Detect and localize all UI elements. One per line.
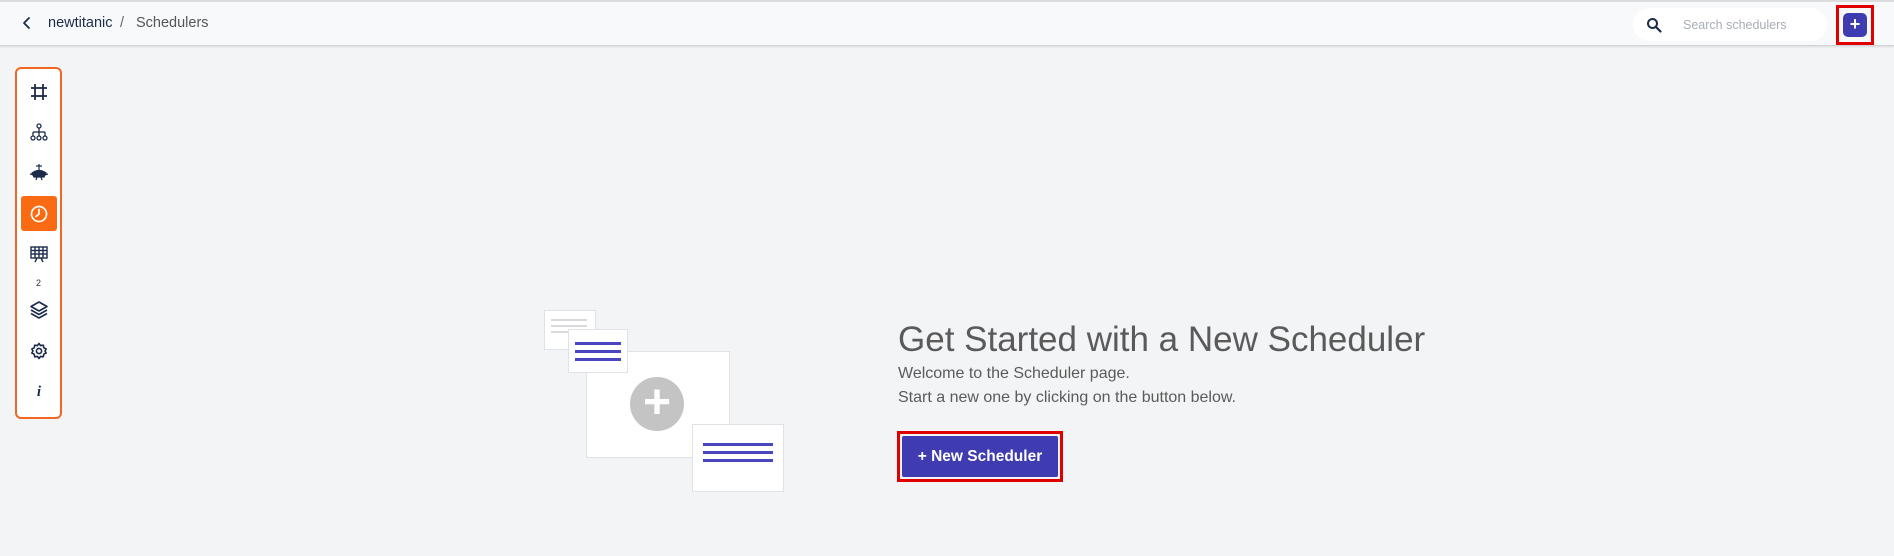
info-icon: i — [36, 384, 42, 400]
left-toolbar: 2 i — [15, 67, 62, 419]
toolbar-item-layers[interactable] — [21, 292, 57, 327]
empty-state-illustration: + — [540, 310, 790, 495]
toolbar-item-hierarchy[interactable] — [21, 114, 57, 149]
search-box — [1633, 8, 1827, 41]
illustration-card-bottom — [692, 424, 784, 492]
layers-icon — [30, 300, 48, 319]
presentation-icon — [30, 245, 48, 262]
page-title: Get Started with a New Scheduler — [898, 320, 1426, 359]
new-scheduler-button[interactable]: + New Scheduler — [902, 436, 1058, 477]
top-header: newtitanic / Schedulers + — [0, 0, 1894, 46]
toolbar-item-schedulers[interactable] — [21, 196, 57, 231]
breadcrumb-project-link[interactable]: newtitanic — [48, 15, 112, 31]
hierarchy-icon — [30, 122, 48, 141]
robot-icon — [29, 163, 49, 180]
toolbar-item-canvas[interactable] — [21, 74, 57, 109]
search-input[interactable] — [1683, 14, 1821, 35]
frame-icon — [31, 83, 47, 100]
illustration-card-top — [568, 329, 628, 373]
dashboards-count-badge: 2 — [35, 278, 41, 288]
gear-icon — [31, 342, 47, 359]
illustration-plus-icon: + — [630, 377, 684, 431]
welcome-text: Welcome to the Scheduler page. — [898, 365, 1130, 382]
toolbar-item-settings[interactable] — [21, 333, 57, 368]
toolbar-item-ml[interactable] — [21, 154, 57, 189]
add-button-highlight: + — [1836, 5, 1874, 45]
chevron-left-icon — [23, 17, 30, 29]
toolbar-item-info[interactable]: i — [21, 375, 57, 410]
clock-icon — [30, 205, 48, 222]
instruction-text: Start a new one by clicking on the butto… — [898, 389, 1236, 406]
breadcrumb-current-page: Schedulers — [136, 15, 209, 31]
toolbar-item-dashboards[interactable] — [21, 236, 57, 271]
new-scheduler-highlight: + New Scheduler — [897, 431, 1063, 482]
back-button[interactable] — [18, 14, 36, 32]
search-icon[interactable] — [1646, 17, 1662, 33]
breadcrumb-separator: / — [120, 15, 125, 31]
add-scheduler-button[interactable]: + — [1843, 13, 1867, 37]
